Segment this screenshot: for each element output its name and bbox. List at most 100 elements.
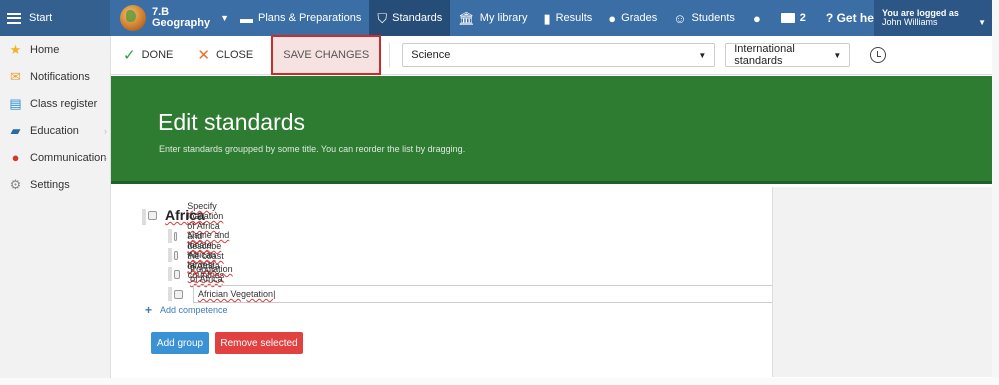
done-label: DONE [141, 49, 174, 61]
drag-handle[interactable] [168, 267, 172, 281]
add-group-button[interactable]: Add group [151, 332, 209, 354]
competence-checkbox[interactable] [174, 231, 178, 241]
sidebar-item-label: Education [30, 124, 79, 137]
drag-handle[interactable] [168, 229, 172, 243]
page-banner: Edit standards Enter standards groupped … [111, 76, 992, 184]
plus-icon: + [145, 303, 153, 317]
plans-icon: ▬ [240, 10, 253, 26]
chat-bubble-icon[interactable]: ● [753, 12, 761, 25]
nav-grades-label: Grades [621, 12, 658, 24]
caret-down-icon: ▼ [978, 18, 986, 27]
toolbar-divider [389, 43, 391, 67]
sidebar: ★ Home ✉ Notifications ▤ Class register ▰ Ed… [0, 36, 111, 385]
messages-count: 2 [799, 12, 806, 24]
class-label: 7.B Geography [152, 7, 210, 29]
competence-text[interactable]: Population of Africa [190, 264, 235, 284]
sidebar-item-settings[interactable]: ⚙ Settings [0, 171, 110, 198]
competence-row[interactable]: Name and locate African largest countrie… [168, 230, 230, 280]
globe-icon [120, 5, 146, 31]
page-subtitle: Enter standards groupped by some title. … [159, 144, 466, 154]
nav-library[interactable]: 🏛 My library [450, 0, 535, 36]
competence-checkbox[interactable] [174, 289, 183, 299]
sidebar-item-class-register[interactable]: ▤ Class register [0, 90, 110, 117]
close-icon: ✕ [197, 47, 210, 64]
sidebar-item-home[interactable]: ★ Home [0, 36, 110, 63]
standards-editor: Africa Specify loacation of Africa and d… [111, 187, 775, 385]
window-edge-shadow [992, 0, 999, 385]
nav-results-label: Results [555, 12, 593, 24]
gear-icon: ⚙ [9, 176, 22, 192]
dropdown-arrow-icon: ▼ [698, 50, 707, 60]
grades-icon: ● [608, 10, 617, 26]
competence-row[interactable]: Population of Africa [168, 264, 236, 284]
nav-standards-label: Standards [392, 12, 443, 24]
right-side-panel [772, 187, 992, 377]
class-selector[interactable]: 7.B Geography ▼ [120, 5, 232, 31]
education-icon: ▰ [10, 122, 21, 138]
drag-handle[interactable] [168, 248, 172, 262]
mail-icon [780, 13, 795, 23]
sidebar-item-label: Home [30, 43, 60, 56]
nav-library-label: My library [479, 12, 528, 24]
window-edge-shadow [0, 378, 999, 385]
students-icon: ☺ [673, 10, 687, 26]
messages-button[interactable]: 2 [780, 12, 806, 24]
sidebar-item-label: Communication [30, 151, 107, 164]
drag-handle[interactable] [168, 287, 172, 301]
envelope-icon: ✉ [10, 68, 21, 84]
chevron-right-icon: › [104, 125, 107, 136]
save-changes-label: SAVE CHANGES [283, 48, 370, 61]
top-right-tools: ● 2 ? Get help [753, 0, 885, 36]
close-label: CLOSE [215, 49, 254, 61]
bar-chart-icon: ▮ [543, 10, 551, 26]
nav-results[interactable]: ▮ Results [535, 0, 600, 36]
sidebar-item-communication[interactable]: ● Communication › [0, 144, 110, 171]
competence-row[interactable]: Africian Vegetation | [168, 285, 775, 303]
user-name: John Williams [882, 17, 938, 27]
sidebar-item-education[interactable]: ▰ Education › [0, 117, 110, 144]
save-changes-button[interactable]: SAVE CHANGES [271, 34, 382, 75]
register-icon: ▤ [9, 95, 22, 111]
nav-students[interactable]: ☺ Students [665, 0, 743, 36]
group-checkbox[interactable] [148, 210, 157, 220]
page-title: Edit standards [158, 109, 306, 135]
checkmark-icon: ✓ [123, 47, 136, 64]
done-button[interactable]: ✓ DONE [111, 36, 185, 75]
caret-down-icon: ▼ [220, 13, 229, 23]
chat-icon: ● [11, 150, 20, 165]
remove-selected-button[interactable]: Remove selected [215, 332, 303, 354]
nav-grades[interactable]: ● Grades [600, 0, 665, 36]
standards-value: International standards [734, 43, 795, 67]
subject-value: Science [411, 49, 451, 61]
close-button[interactable]: ✕ CLOSE [185, 36, 265, 75]
history-icon[interactable] [870, 47, 887, 63]
nav-plans[interactable]: ▬ Plans & Preparations [232, 0, 369, 36]
sidebar-item-notifications[interactable]: ✉ Notifications [0, 63, 110, 90]
standards-select[interactable]: International standards ▼ [725, 43, 851, 67]
main-nav: ▬ Plans & Preparations ⛉ Standards 🏛 My lib… [232, 0, 743, 36]
sidebar-item-label: Settings [30, 178, 70, 191]
add-competence-label: Add competence [160, 305, 228, 315]
class-subject: Geography [152, 17, 211, 29]
nav-plans-label: Plans & Preparations [258, 12, 362, 24]
shield-icon: ⛉ [377, 10, 388, 26]
start-menu-button[interactable]: Start [0, 0, 110, 36]
user-menu[interactable]: You are logged as John Williams ▼ [874, 0, 992, 36]
nav-standards[interactable]: ⛉ Standards [369, 0, 451, 36]
competence-input-value: Africian Vegetation [198, 289, 274, 299]
nav-students-label: Students [691, 12, 735, 24]
editor-toolbar: ✓ DONE ✕ CLOSE SAVE CHANGES Science ▼ Inter… [111, 34, 992, 75]
top-navigation-bar: Start 7.B Geography ▼ ▬ Plans & Preparati… [0, 0, 992, 36]
start-label: Start [29, 12, 53, 24]
competence-checkbox[interactable] [174, 250, 178, 260]
competence-input[interactable]: Africian Vegetation | [193, 285, 775, 303]
add-competence-link[interactable]: + Add competence [145, 303, 228, 317]
dropdown-arrow-icon: ▼ [833, 50, 842, 60]
drag-handle[interactable] [142, 209, 146, 225]
subject-select[interactable]: Science ▼ [402, 43, 716, 67]
chevron-right-icon: › [104, 152, 107, 163]
competence-checkbox[interactable] [174, 269, 181, 279]
library-icon: 🏛 [458, 10, 475, 26]
sidebar-item-label: Class register [30, 97, 98, 110]
star-icon: ★ [9, 41, 22, 57]
